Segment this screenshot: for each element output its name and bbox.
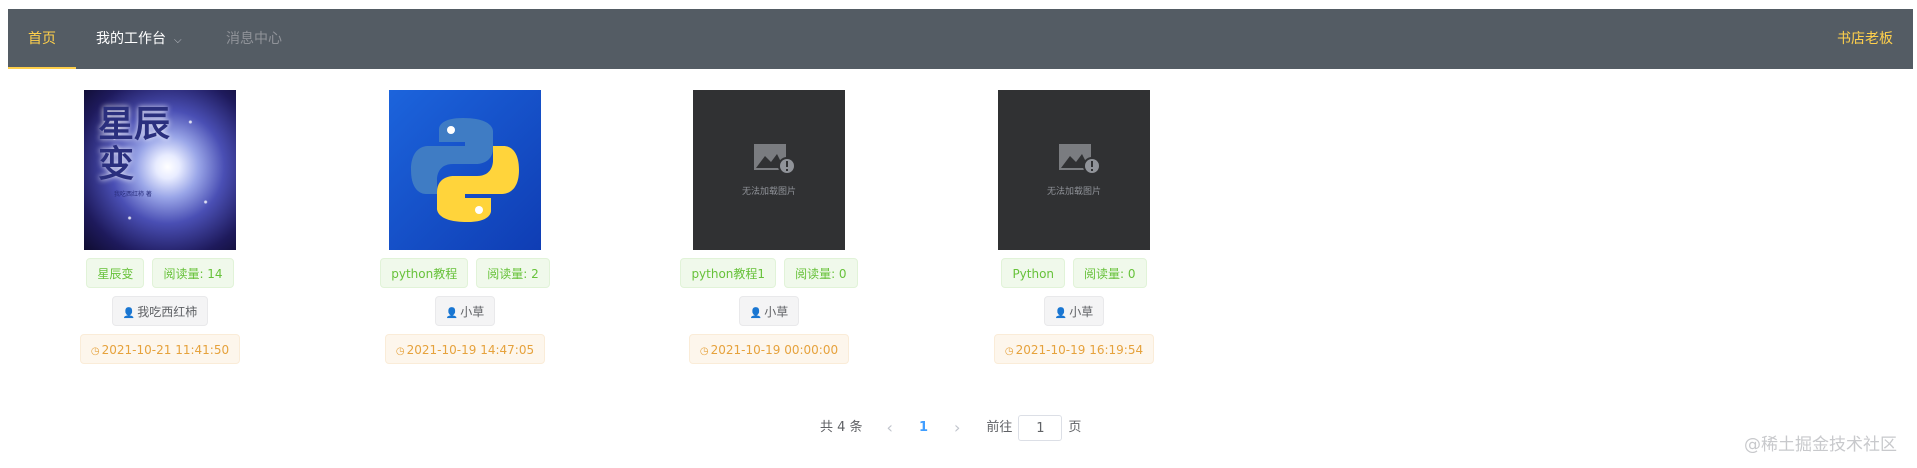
time-tag: ◷ 2021-10-19 16:19:54 — [993, 334, 1155, 364]
book-cover-image[interactable]: 星辰变 我吃西红柿 著 — [84, 90, 236, 250]
cover-error-text: 无法加载图片 — [741, 187, 796, 197]
tag-row: python教程1 阅读量: 0 — [653, 258, 885, 288]
time-row: ◷ 2021-10-21 11:41:50 — [44, 334, 276, 364]
pagination-goto-label: 前往 — [986, 420, 1013, 435]
author-name: 小草 — [764, 305, 789, 319]
watermark-text: @稀土掘金技术社区 — [1744, 435, 1897, 455]
author-name: 小草 — [460, 305, 485, 319]
chevron-right-icon[interactable]: › — [942, 418, 972, 437]
book-card[interactable]: python教程 阅读量: 2 👤 小草 ◷ 2021-10-19 14:47:05 — [380, 90, 550, 364]
user-icon: 👤 — [749, 308, 763, 319]
author-tag: 👤 小草 — [1043, 296, 1105, 326]
top-navbar: 首页 我的工作台 ⌵ 消息中心 书店老板 — [8, 9, 1913, 69]
author-row: 👤 小草 — [349, 296, 581, 326]
book-card-list: 星辰变 我吃西红柿 著 星辰变 阅读量: 14 👤 我吃西红柿 ◷ 2021-10-2… — [0, 90, 1917, 370]
book-name-tag: python教程1 — [680, 258, 777, 288]
author-row: 👤 小草 — [958, 296, 1190, 326]
time-tag: ◷ 2021-10-21 11:41:50 — [79, 334, 241, 364]
user-icon: 👤 — [1054, 308, 1068, 319]
time-text: 2021-10-19 00:00:00 — [710, 343, 839, 357]
time-text: 2021-10-19 14:47:05 — [406, 343, 535, 357]
nav-messages[interactable]: 消息中心 — [226, 9, 282, 69]
author-tag: 👤 小草 — [434, 296, 496, 326]
book-card[interactable]: 无法加载图片 Python 阅读量: 0 👤 小草 ◷ 2021-10-19 16:1… — [993, 90, 1155, 364]
read-count-tag: 阅读量: 0 — [1073, 258, 1147, 288]
book-name-tag: python教程 — [380, 258, 469, 288]
author-tag: 👤 我吃西红柿 — [111, 296, 209, 326]
clock-icon: ◷ — [1004, 346, 1014, 357]
pagination: 共 4 条 ‹1› 前往 页 — [820, 414, 1081, 442]
cover-title-text: 星辰变 — [98, 103, 171, 185]
cover-error-text: 无法加载图片 — [1046, 187, 1101, 197]
python-logo-icon — [411, 118, 519, 222]
book-card[interactable]: 无法加载图片 python教程1 阅读量: 0 👤 小草 ◷ 2021-10-19 0… — [680, 90, 858, 364]
book-cover-image[interactable]: 无法加载图片 — [693, 90, 845, 250]
book-cover-image[interactable]: 无法加载图片 — [998, 90, 1150, 250]
time-row: ◷ 2021-10-19 16:19:54 — [958, 334, 1190, 364]
chevron-left-icon[interactable]: ‹ — [875, 418, 905, 437]
author-row: 👤 小草 — [653, 296, 885, 326]
nav-home[interactable]: 首页 — [8, 9, 76, 69]
author-row: 👤 我吃西红柿 — [44, 296, 276, 326]
author-name: 小草 — [1069, 305, 1094, 319]
time-tag: ◷ 2021-10-19 14:47:05 — [384, 334, 546, 364]
time-row: ◷ 2021-10-19 00:00:00 — [653, 334, 885, 364]
pagination-page-suffix: 页 — [1068, 420, 1082, 435]
clock-icon: ◷ — [395, 346, 405, 357]
time-text: 2021-10-19 16:19:54 — [1015, 343, 1144, 357]
book-name-tag: Python — [1001, 258, 1066, 288]
tag-row: Python 阅读量: 0 — [958, 258, 1190, 288]
tag-row: python教程 阅读量: 2 — [349, 258, 581, 288]
nav-workbench[interactable]: 我的工作台 ⌵ — [96, 9, 182, 69]
book-name-tag: 星辰变 — [86, 258, 145, 288]
nav-workbench-label: 我的工作台 — [96, 31, 166, 47]
author-name: 我吃西红柿 — [137, 305, 198, 319]
read-count-tag: 阅读量: 14 — [152, 258, 234, 288]
pagination-page-1[interactable]: 1 — [905, 420, 942, 435]
time-text: 2021-10-21 11:41:50 — [101, 343, 230, 357]
pagination-goto-input[interactable] — [1018, 415, 1063, 441]
read-count-tag: 阅读量: 0 — [784, 258, 858, 288]
broken-image-icon — [754, 144, 796, 175]
book-cover-image[interactable] — [389, 90, 541, 250]
tag-row: 星辰变 阅读量: 14 — [44, 258, 276, 288]
read-count-tag: 阅读量: 2 — [476, 258, 550, 288]
nav-user-menu[interactable]: 书店老板 — [1837, 9, 1893, 69]
time-row: ◷ 2021-10-19 14:47:05 — [349, 334, 581, 364]
broken-image-icon — [1059, 144, 1101, 175]
author-tag: 👤 小草 — [738, 296, 800, 326]
clock-icon: ◷ — [90, 346, 100, 357]
book-card[interactable]: 星辰变 我吃西红柿 著 星辰变 阅读量: 14 👤 我吃西红柿 ◷ 2021-10-2… — [79, 90, 241, 364]
cover-footer-text: 我吃西红柿 著 — [114, 191, 152, 198]
clock-icon: ◷ — [699, 346, 709, 357]
user-icon: 👤 — [445, 308, 459, 319]
pagination-total: 共 4 条 — [820, 420, 863, 435]
time-tag: ◷ 2021-10-19 00:00:00 — [688, 334, 850, 364]
user-icon: 👤 — [122, 308, 136, 319]
chevron-down-icon: ⌵ — [174, 35, 182, 46]
